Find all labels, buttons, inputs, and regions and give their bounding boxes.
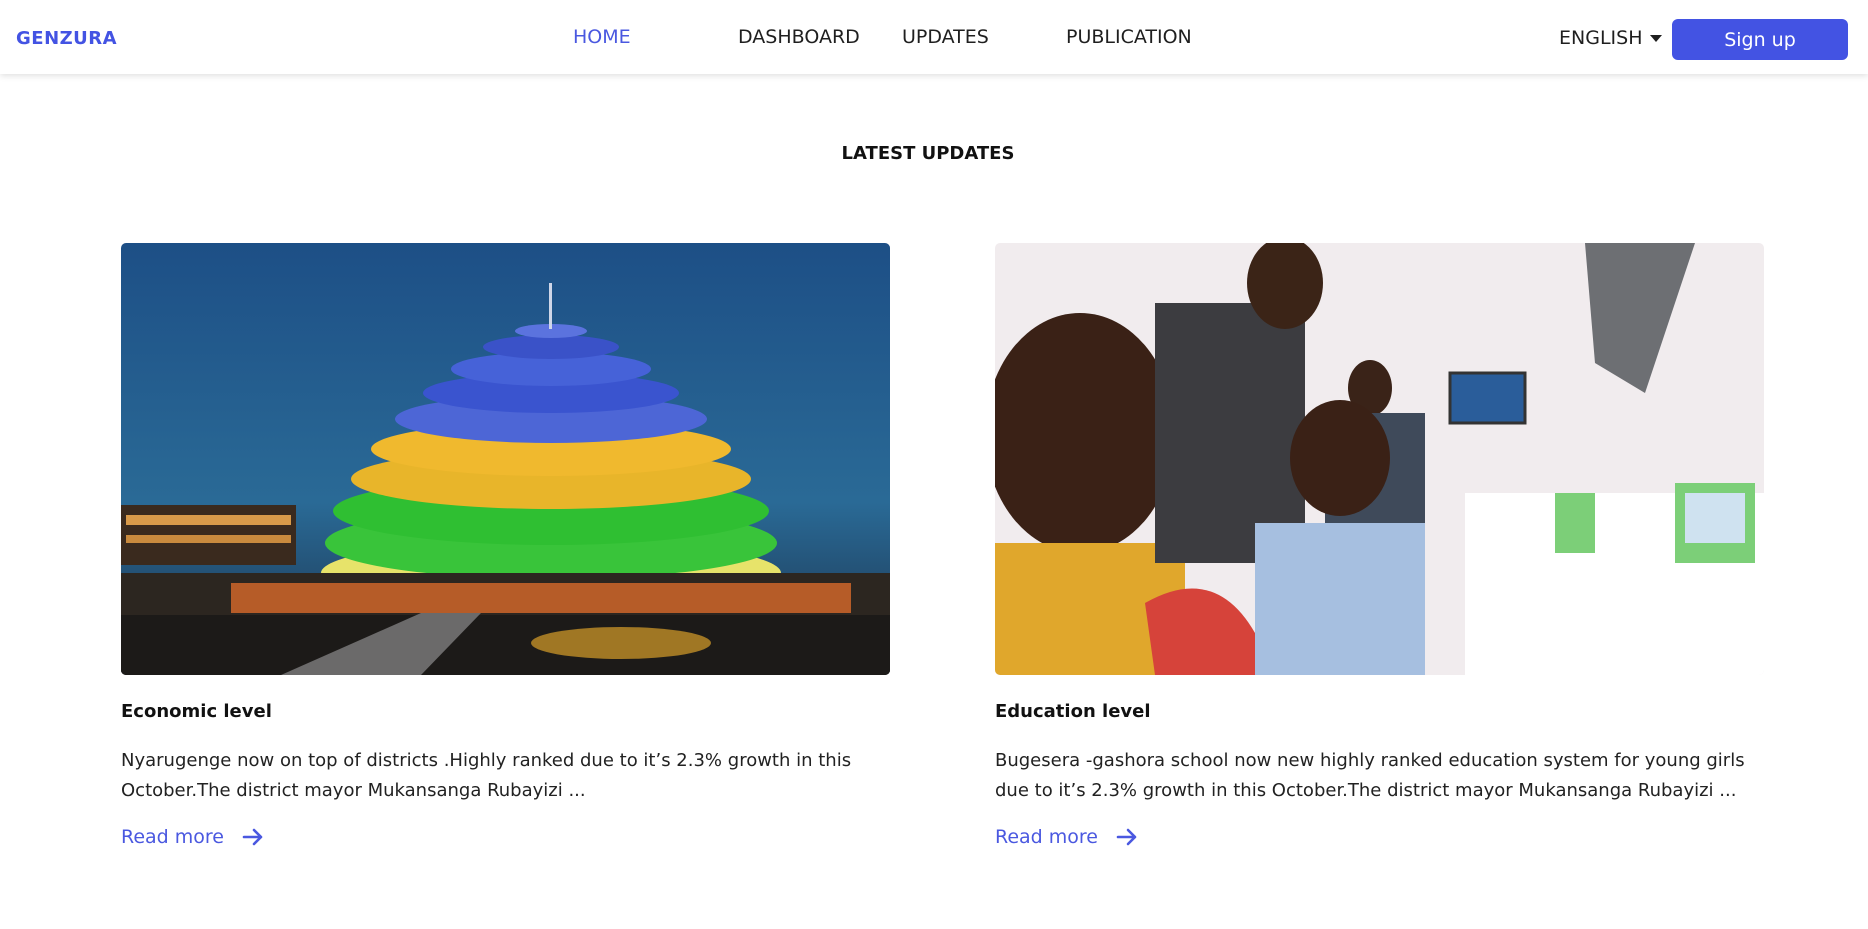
- classroom-image[interactable]: [995, 243, 1764, 675]
- update-card-education: Education level Bugesera -gashora school…: [995, 243, 1764, 848]
- card-title: Education level: [995, 701, 1151, 722]
- card-title: Economic level: [121, 701, 272, 722]
- language-selector[interactable]: ENGLISH: [1559, 27, 1663, 49]
- nav-publication[interactable]: PUBLICATION: [1066, 26, 1192, 48]
- read-more-link[interactable]: Read more: [121, 826, 890, 848]
- top-navbar: GENZURA HOME DASHBOARD UPDATES PUBLICATI…: [0, 0, 1868, 74]
- convention-center-image[interactable]: [121, 243, 890, 675]
- site-logo[interactable]: GENZURA: [16, 28, 117, 49]
- nav-home[interactable]: HOME: [573, 26, 631, 48]
- card-description: Nyarugenge now on top of districts .High…: [121, 750, 852, 801]
- read-more-label: Read more: [995, 826, 1098, 848]
- section-title: LATEST UPDATES: [841, 143, 1015, 164]
- arrow-right-icon: [242, 828, 264, 846]
- read-more-link[interactable]: Read more: [995, 826, 1764, 848]
- read-more-label: Read more: [121, 826, 224, 848]
- arrow-right-icon: [1116, 828, 1138, 846]
- card-description: Bugesera -gashora school now new highly …: [995, 750, 1745, 801]
- language-label: ENGLISH: [1559, 27, 1643, 49]
- signup-button[interactable]: Sign up: [1672, 19, 1848, 60]
- update-card-economic: Economic level Nyarugenge now on top of …: [121, 243, 890, 848]
- nav-updates[interactable]: UPDATES: [902, 26, 989, 48]
- nav-dashboard[interactable]: DASHBOARD: [738, 26, 860, 48]
- caret-down-icon: [1650, 34, 1663, 42]
